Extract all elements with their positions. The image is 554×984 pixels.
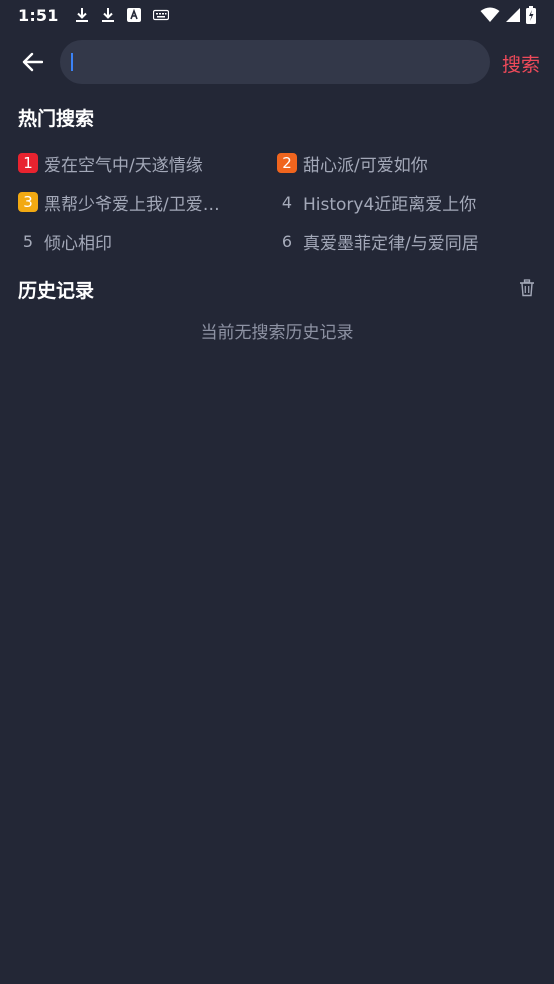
rank-number: 6: [281, 231, 293, 251]
hot-search-label: 真爱墨菲定律/与爱同居: [303, 233, 479, 254]
text-caret: [71, 53, 73, 71]
clear-history-button[interactable]: [519, 279, 535, 297]
hot-search-label: 倾心相印: [44, 233, 112, 254]
hot-search-item[interactable]: 3 黑帮少爷爱上我/卫爱…: [18, 190, 248, 215]
search-button[interactable]: 搜索: [502, 50, 540, 77]
rank-number: 5: [22, 231, 34, 251]
status-system-icons: [480, 6, 536, 24]
battery-charging-icon: [526, 6, 536, 24]
download-icon: [101, 8, 114, 22]
download-icon: [75, 8, 88, 22]
wifi-icon: [480, 7, 500, 22]
rank-badge: 2: [277, 153, 297, 173]
hot-search-item[interactable]: 5 倾心相印: [18, 229, 248, 254]
font-a-icon: [126, 8, 141, 22]
trash-icon: [520, 279, 534, 297]
empty-history-message: 当前无搜索历史记录: [200, 323, 354, 343]
rank-badge: 1: [18, 153, 38, 173]
hot-search-label: History4近距离爱上你: [303, 194, 477, 215]
rank-badge: 3: [18, 192, 38, 212]
search-box[interactable]: [60, 40, 490, 84]
hot-search-item[interactable]: 6 真爱墨菲定律/与爱同居: [277, 229, 537, 254]
hot-search-label: 爱在空气中/天遂情缘: [44, 155, 203, 176]
hot-search-item[interactable]: 1 爱在空气中/天遂情缘: [18, 151, 248, 176]
hot-search-title: 热门搜索: [18, 108, 95, 130]
status-notification-icons: [75, 7, 169, 23]
status-bar: 1:51: [0, 0, 554, 30]
cellular-signal-icon: [506, 8, 520, 22]
status-time: 1:51: [18, 5, 59, 25]
search-input[interactable]: [60, 40, 490, 84]
hot-search-item[interactable]: 4 History4近距离爱上你: [277, 190, 537, 215]
hot-search-item[interactable]: 2 甜心派/可爱如你: [277, 151, 537, 176]
keyboard-icon: [152, 9, 169, 21]
history-title: 历史记录: [18, 280, 95, 302]
search-header: 搜索: [0, 38, 554, 86]
arrow-left-icon: [22, 52, 43, 72]
rank-number: 4: [281, 192, 293, 212]
hot-search-label: 黑帮少爷爱上我/卫爱…: [44, 194, 220, 215]
hot-search-label: 甜心派/可爱如你: [303, 155, 428, 176]
back-button[interactable]: [14, 44, 50, 80]
